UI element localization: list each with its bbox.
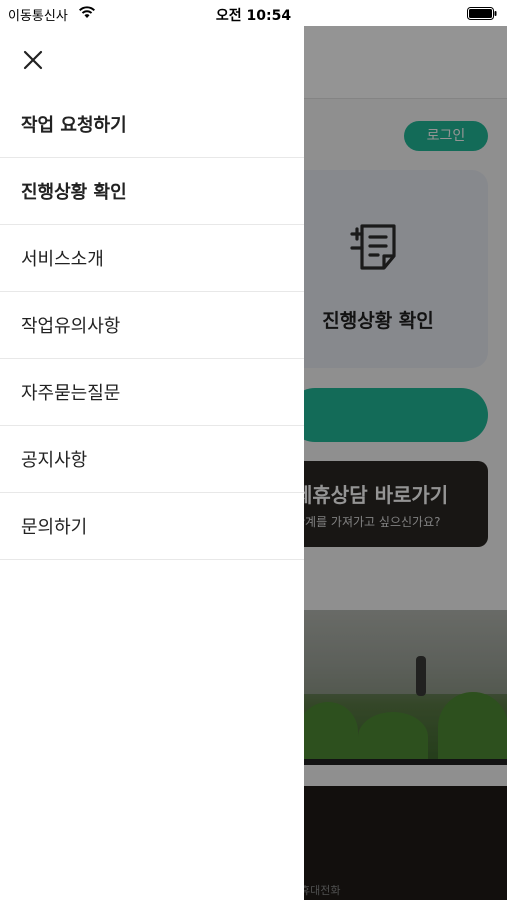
menu-item-notice[interactable]: 공지사항 (0, 426, 304, 493)
menu-item-check-progress[interactable]: 진행상황 확인 (0, 158, 304, 225)
battery-icon (467, 7, 497, 20)
menu-item-contact[interactable]: 문의하기 (0, 493, 304, 560)
drawer-menu: 작업 요청하기 진행상황 확인 서비스소개 작업유의사항 자주묻는질문 공지사항… (0, 91, 304, 560)
menu-item-service-intro[interactable]: 서비스소개 (0, 225, 304, 292)
status-time: 오전 10:54 (215, 8, 292, 24)
status-bar: 이동통신사 오전 10:54 (0, 0, 507, 26)
close-icon[interactable] (21, 48, 45, 72)
menu-item-work-notes[interactable]: 작업유의사항 (0, 292, 304, 359)
menu-item-faq[interactable]: 자주묻는질문 (0, 359, 304, 426)
side-drawer: 작업 요청하기 진행상황 확인 서비스소개 작업유의사항 자주묻는질문 공지사항… (0, 26, 304, 900)
menu-item-request-work[interactable]: 작업 요청하기 (0, 91, 304, 158)
